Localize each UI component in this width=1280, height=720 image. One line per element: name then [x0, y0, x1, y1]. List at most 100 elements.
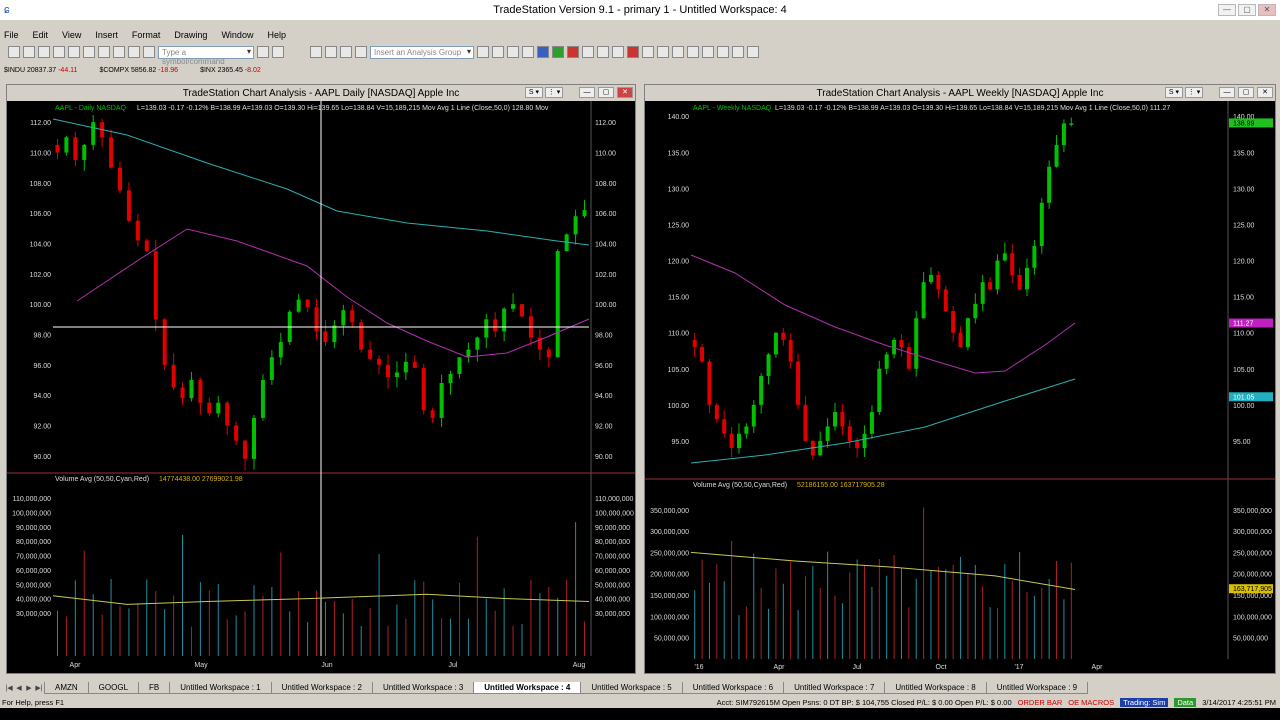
- grid-icon[interactable]: [98, 46, 110, 58]
- menu-format[interactable]: Format: [132, 30, 161, 40]
- open-icon[interactable]: [23, 46, 35, 58]
- options-icon[interactable]: [732, 46, 744, 58]
- candle-body: [965, 318, 970, 348]
- workspace-tab[interactable]: Untitled Workspace : 6: [681, 682, 785, 694]
- layout-icon[interactable]: [310, 46, 322, 58]
- link-button[interactable]: ⋮ ▾: [545, 87, 563, 98]
- symbol-link-button[interactable]: S ▾: [525, 87, 543, 98]
- volume-tag-label: 163,717,905: [1233, 586, 1272, 593]
- zoom-out-icon[interactable]: [672, 46, 684, 58]
- menu-file[interactable]: File: [4, 30, 19, 40]
- workspace-tab[interactable]: Untitled Workspace : 8: [884, 682, 987, 694]
- ticker-item[interactable]: $INDU 20837.37 -44.11: [4, 67, 77, 74]
- save-icon[interactable]: [38, 46, 50, 58]
- candle-body: [796, 361, 801, 405]
- draw-icon[interactable]: [597, 46, 609, 58]
- refresh-icon[interactable]: [492, 46, 504, 58]
- status-bar: For Help, press F1 Acct: SIM792615M Open…: [0, 696, 1280, 708]
- workspace-tab[interactable]: GOOGL: [87, 682, 140, 694]
- y-tick-label: 115.00: [1233, 295, 1254, 302]
- candle-body: [773, 332, 778, 355]
- x-axis-label: Jul: [449, 662, 458, 669]
- symbol-link-button[interactable]: S ▾: [1165, 87, 1183, 98]
- stop-icon[interactable]: [627, 46, 639, 58]
- copy-icon[interactable]: [53, 46, 65, 58]
- panel-minimize-button[interactable]: —: [579, 87, 595, 98]
- zoom-in-icon[interactable]: [657, 46, 669, 58]
- candle-body: [511, 304, 516, 309]
- data-badge[interactable]: Data: [1174, 697, 1197, 707]
- workspace-tab[interactable]: Untitled Workspace : 5: [580, 682, 683, 694]
- indicator-icon[interactable]: [522, 46, 534, 58]
- minimize-button[interactable]: —: [1218, 4, 1236, 16]
- workspace-tab[interactable]: Untitled Workspace : 9: [985, 682, 1089, 694]
- candle-body: [899, 339, 904, 348]
- chart-icon[interactable]: [113, 46, 125, 58]
- analysis-group-select[interactable]: Insert an Analysis Group: [370, 45, 474, 59]
- workspace-tab[interactable]: FB: [138, 682, 171, 694]
- workspace-tab[interactable]: Untitled Workspace : 1: [169, 682, 272, 694]
- menu-window[interactable]: Window: [221, 30, 253, 40]
- symbol-input[interactable]: Type a symbol/command: [158, 45, 254, 66]
- maximize-button[interactable]: ▢: [1238, 4, 1256, 16]
- menu-drawing[interactable]: Drawing: [174, 30, 207, 40]
- workspace-tab[interactable]: Untitled Workspace : 3: [371, 682, 475, 694]
- menu-help[interactable]: Help: [267, 30, 286, 40]
- hub-icon[interactable]: [128, 46, 140, 58]
- workspace-tab[interactable]: Untitled Workspace : 4: [473, 682, 582, 694]
- insert-icon[interactable]: [477, 46, 489, 58]
- weekly-chart-canvas[interactable]: AAPL - Weekly NASDAQ L=139.03 -0.17 -0.12…: [645, 101, 1275, 673]
- help-icon[interactable]: [747, 46, 759, 58]
- new-icon[interactable]: [8, 46, 20, 58]
- trading-mode-badge[interactable]: Trading: Sim: [1120, 697, 1169, 707]
- tab-last-icon[interactable]: ▶|: [34, 684, 44, 692]
- format-icon[interactable]: [325, 46, 337, 58]
- menu-edit[interactable]: Edit: [33, 30, 49, 40]
- ticker-item[interactable]: $INX 2365.45 -8.02: [200, 67, 261, 74]
- workspace-tab[interactable]: Untitled Workspace : 7: [783, 682, 886, 694]
- tab-first-icon[interactable]: |◀: [4, 684, 14, 692]
- candle-body: [305, 299, 310, 308]
- print-icon[interactable]: [83, 46, 95, 58]
- go-icon[interactable]: [257, 46, 269, 58]
- panel-close-button[interactable]: ✕: [617, 87, 633, 98]
- window-icon[interactable]: [340, 46, 352, 58]
- order-bar-indicator[interactable]: ORDER BAR: [1018, 698, 1063, 707]
- strategy-icon[interactable]: [537, 46, 549, 58]
- paste-icon[interactable]: [68, 46, 80, 58]
- volume-label: Volume Avg (50,50,Cyan,Red): [55, 476, 149, 483]
- menu-view[interactable]: View: [62, 30, 81, 40]
- candle-body: [914, 318, 919, 369]
- workspace-tab[interactable]: Untitled Workspace : 2: [270, 682, 373, 694]
- panel-minimize-button[interactable]: —: [1219, 87, 1235, 98]
- settings-icon[interactable]: [507, 46, 519, 58]
- screen-icon[interactable]: [272, 46, 284, 58]
- bar-icon[interactable]: [552, 46, 564, 58]
- volume-tick-label: 150,000,000: [650, 593, 689, 600]
- oe-macros-indicator[interactable]: OE MACROS: [1068, 698, 1114, 707]
- panel-restore-button[interactable]: ▢: [598, 87, 614, 98]
- link-icon[interactable]: [143, 46, 155, 58]
- pointer-icon[interactable]: [687, 46, 699, 58]
- candle-icon[interactable]: [567, 46, 579, 58]
- tab-prev-icon[interactable]: ◀: [14, 684, 24, 692]
- candle-body: [803, 404, 808, 441]
- weekly-chart-window[interactable]: TradeStation Chart Analysis - AAPL Weekl…: [644, 84, 1276, 674]
- panel-restore-button[interactable]: ▢: [1238, 87, 1254, 98]
- daily-chart-window[interactable]: TradeStation Chart Analysis - AAPL Daily…: [6, 84, 636, 674]
- line-icon[interactable]: [582, 46, 594, 58]
- daily-chart-canvas[interactable]: AAPL - Daily NASDAQ L=139.03 -0.17 -0.12%…: [7, 101, 635, 673]
- candle-body: [958, 332, 963, 348]
- crosshair-icon[interactable]: [702, 46, 714, 58]
- trend-icon[interactable]: [612, 46, 624, 58]
- workspace-tab[interactable]: AMZN: [44, 682, 89, 694]
- tools-icon[interactable]: [717, 46, 729, 58]
- arrange-icon[interactable]: [355, 46, 367, 58]
- link-button[interactable]: ⋮ ▾: [1185, 87, 1203, 98]
- close-button[interactable]: ✕: [1258, 4, 1276, 16]
- panel-close-button[interactable]: ✕: [1257, 87, 1273, 98]
- cursor-icon[interactable]: [642, 46, 654, 58]
- ticker-item[interactable]: $COMPX 5856.82 -18.96: [99, 67, 178, 74]
- tab-next-icon[interactable]: ▶: [24, 684, 34, 692]
- menu-insert[interactable]: Insert: [95, 30, 118, 40]
